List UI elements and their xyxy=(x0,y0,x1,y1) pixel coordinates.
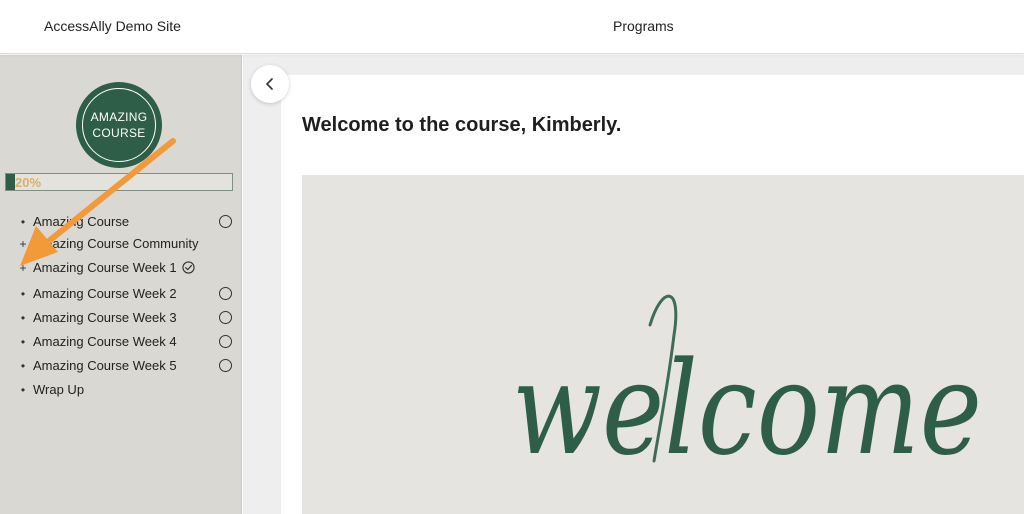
sidebar-item-label: Amazing Course Week 1 xyxy=(33,260,177,275)
course-progress-fill xyxy=(6,174,16,190)
bullet-icon: • xyxy=(20,383,26,397)
welcome-image: welcome xyxy=(302,175,1024,514)
sidebar-item-label: Amazing Course xyxy=(33,214,130,229)
circle-icon[interactable] xyxy=(219,215,232,228)
sidebar-item-label: Amazing Course Week 3 xyxy=(33,310,177,325)
chevron-left-icon xyxy=(266,78,273,90)
bullet-icon: • xyxy=(20,359,26,373)
course-logo-line-1: AMAZING xyxy=(90,110,148,124)
course-logo-line-2: COURSE xyxy=(92,126,146,140)
bullet-icon: • xyxy=(20,311,26,325)
circle-icon[interactable] xyxy=(219,359,232,372)
page: AccessAlly Demo Site Programs AMAZING CO… xyxy=(0,0,1024,514)
sidebar-item[interactable]: • Amazing Course Week 2 xyxy=(0,285,242,305)
course-progress-label: 20% xyxy=(15,175,42,190)
circle-icon[interactable] xyxy=(219,311,232,324)
bullet-icon: • xyxy=(20,335,26,349)
bullet-icon: • xyxy=(20,215,26,229)
sidebar-item[interactable]: + Amazing Course Week 1 xyxy=(0,259,242,279)
check-circle-icon[interactable] xyxy=(182,261,195,274)
bullet-icon: • xyxy=(20,287,26,301)
site-title-link[interactable]: AccessAlly Demo Site xyxy=(44,18,181,34)
circle-icon[interactable] xyxy=(219,335,232,348)
sidebar-item[interactable]: • Amazing Course Week 4 xyxy=(0,333,242,353)
sidebar-item[interactable]: • Wrap Up xyxy=(0,381,242,401)
course-logo-ring: AMAZING COURSE xyxy=(82,88,156,162)
sidebar-item[interactable]: • Amazing Course Week 3 xyxy=(0,309,242,329)
course-logo[interactable]: AMAZING COURSE xyxy=(76,82,162,168)
course-progress-bar: 20% xyxy=(5,173,233,191)
sidebar-item-label: Wrap Up xyxy=(33,382,85,397)
page-title: Welcome to the course, Kimberly. xyxy=(302,114,622,136)
nav-programs-link[interactable]: Programs xyxy=(613,18,674,34)
sidebar-item-label: Amazing Course Week 4 xyxy=(33,334,177,349)
course-sidebar: AMAZING COURSE 20% • Amazing Course + Amazi… xyxy=(0,55,242,514)
sidebar-item[interactable]: + Amazing Course Community xyxy=(0,235,242,255)
sidebar-item[interactable]: • Amazing Course Week 5 xyxy=(0,357,242,377)
sidebar-item-label: Amazing Course Week 5 xyxy=(33,358,177,373)
expand-icon[interactable]: + xyxy=(19,236,27,252)
welcome-script-text: welcome xyxy=(512,335,982,484)
collapse-sidebar-button[interactable] xyxy=(251,65,289,103)
sidebar-item[interactable]: • Amazing Course xyxy=(0,213,242,233)
sidebar-item-label: Amazing Course Week 2 xyxy=(33,286,177,301)
expand-icon[interactable]: + xyxy=(19,260,27,276)
top-bar: AccessAlly Demo Site Programs xyxy=(0,0,1024,54)
circle-icon[interactable] xyxy=(219,287,232,300)
sidebar-item-label: Amazing Course Community xyxy=(33,236,199,251)
